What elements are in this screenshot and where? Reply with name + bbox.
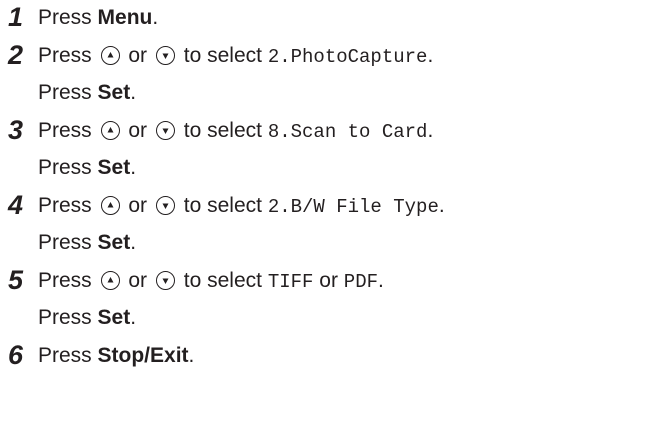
stop-exit-key-label: Stop/Exit — [97, 344, 189, 367]
up-arrow-button-icon — [100, 271, 120, 290]
or-text: or — [128, 269, 148, 292]
set-key-label: Set — [97, 306, 131, 329]
menu-option-value-pdf: PDF — [343, 271, 379, 293]
menu-key-label: Menu — [97, 6, 153, 29]
down-arrow-button-icon — [155, 196, 175, 215]
menu-option-value-tiff: TIFF — [267, 271, 314, 293]
set-key-label: Set — [97, 156, 131, 179]
menu-option-value: 2.B/W File Type — [267, 196, 439, 218]
step-line: Press or to select TIFF or PDF. — [38, 266, 384, 297]
press-text: Press — [38, 119, 92, 142]
press-text: Press — [38, 344, 92, 367]
or-text: or — [319, 269, 338, 292]
to-select-text: to select — [183, 194, 262, 217]
or-text: or — [128, 119, 148, 142]
set-key-label: Set — [97, 81, 131, 104]
set-key-label: Set — [97, 231, 131, 254]
up-arrow-button-icon — [100, 46, 120, 65]
press-text: Press — [38, 231, 92, 254]
period: . — [152, 6, 159, 29]
press-text: Press — [38, 6, 92, 29]
press-text: Press — [38, 44, 92, 67]
step-line: Press Stop/Exit. — [38, 341, 194, 371]
press-text: Press — [38, 306, 92, 329]
period: . — [130, 306, 137, 329]
up-arrow-button-icon — [100, 196, 120, 215]
period: . — [427, 119, 434, 142]
step-number: 6 — [8, 340, 24, 370]
up-arrow-button-icon — [100, 121, 120, 140]
step-number: 1 — [8, 2, 24, 32]
step-number: 5 — [8, 265, 24, 295]
down-arrow-button-icon — [155, 46, 175, 65]
menu-option-value: 8.Scan to Card — [267, 121, 428, 143]
step-line: Press or to select 2.PhotoCapture. — [38, 41, 433, 72]
period: . — [130, 81, 137, 104]
step-number: 2 — [8, 40, 24, 70]
or-text: or — [128, 44, 148, 67]
down-arrow-button-icon — [155, 271, 175, 290]
or-text: or — [128, 194, 148, 217]
period: . — [188, 344, 195, 367]
step-number: 4 — [8, 190, 24, 220]
press-text: Press — [38, 269, 92, 292]
step-line: Press Menu. — [38, 3, 158, 33]
down-arrow-button-icon — [155, 121, 175, 140]
period: . — [438, 194, 445, 217]
instruction-page: 1 Press Menu. 2 Press or to select 2.Pho… — [0, 0, 662, 424]
to-select-text: to select — [183, 119, 262, 142]
to-select-text: to select — [183, 269, 262, 292]
step-line: Press Set. — [38, 78, 136, 108]
step-line: Press or to select 2.B/W File Type. — [38, 191, 445, 222]
press-text: Press — [38, 81, 92, 104]
period: . — [427, 44, 434, 67]
period: . — [130, 156, 137, 179]
period: . — [378, 269, 384, 292]
period: . — [130, 231, 137, 254]
step-line: Press Set. — [38, 303, 136, 333]
to-select-text: to select — [183, 44, 262, 67]
step-line: Press Set. — [38, 228, 136, 258]
step-line: Press Set. — [38, 153, 136, 183]
press-text: Press — [38, 156, 92, 179]
step-number: 3 — [8, 115, 24, 145]
menu-option-value: 2.PhotoCapture — [267, 46, 428, 68]
press-text: Press — [38, 194, 92, 217]
step-line: Press or to select 8.Scan to Card. — [38, 116, 433, 147]
